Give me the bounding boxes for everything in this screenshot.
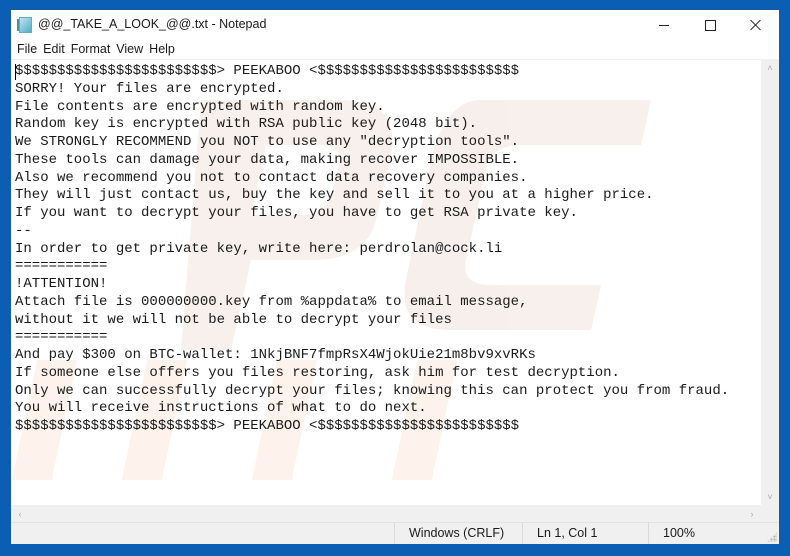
status-bar: Windows (CRLF) Ln 1, Col 1 100% xyxy=(11,522,779,544)
menu-bar: File Edit Format View Help xyxy=(11,40,779,59)
text-caret xyxy=(15,64,16,80)
minimize-icon xyxy=(659,24,669,26)
maximize-button[interactable] xyxy=(687,10,733,40)
scroll-right-icon[interactable]: › xyxy=(743,505,761,522)
document-text[interactable]: $$$$$$$$$$$$$$$$$$$$$$$$> PEEKABOO <$$$$… xyxy=(15,63,729,436)
menu-view[interactable]: View xyxy=(113,40,146,59)
menu-help[interactable]: Help xyxy=(146,40,178,59)
menu-edit[interactable]: Edit xyxy=(40,40,68,59)
menu-file[interactable]: File xyxy=(14,40,40,59)
close-icon xyxy=(750,19,762,31)
horizontal-scrollbar[interactable]: ‹ › xyxy=(11,505,761,522)
status-zoom: 100% xyxy=(648,523,779,544)
close-button[interactable] xyxy=(733,10,779,40)
status-line-ending: Windows (CRLF) xyxy=(394,523,522,544)
vertical-scrollbar[interactable]: ˄ ˅ xyxy=(761,59,779,505)
window-title: @@_TAKE_A_LOOK_@@.txt - Notepad xyxy=(38,17,267,31)
maximize-icon xyxy=(704,19,716,31)
menu-format[interactable]: Format xyxy=(68,40,114,59)
notepad-icon xyxy=(17,17,32,33)
scroll-down-icon[interactable]: ˅ xyxy=(761,488,779,505)
text-editor[interactable]: $$$$$$$$$$$$$$$$$$$$$$$$> PEEKABOO <$$$$… xyxy=(11,59,761,506)
notepad-window: @@_TAKE_A_LOOK_@@.txt - Notepad File Edi… xyxy=(11,10,779,544)
status-cursor-position: Ln 1, Col 1 xyxy=(522,523,648,544)
minimize-button[interactable] xyxy=(641,10,687,40)
title-bar[interactable]: @@_TAKE_A_LOOK_@@.txt - Notepad xyxy=(11,10,779,40)
scroll-up-icon[interactable]: ˄ xyxy=(761,59,779,76)
scroll-left-icon[interactable]: ‹ xyxy=(11,505,29,522)
scrollbar-corner xyxy=(761,505,779,522)
